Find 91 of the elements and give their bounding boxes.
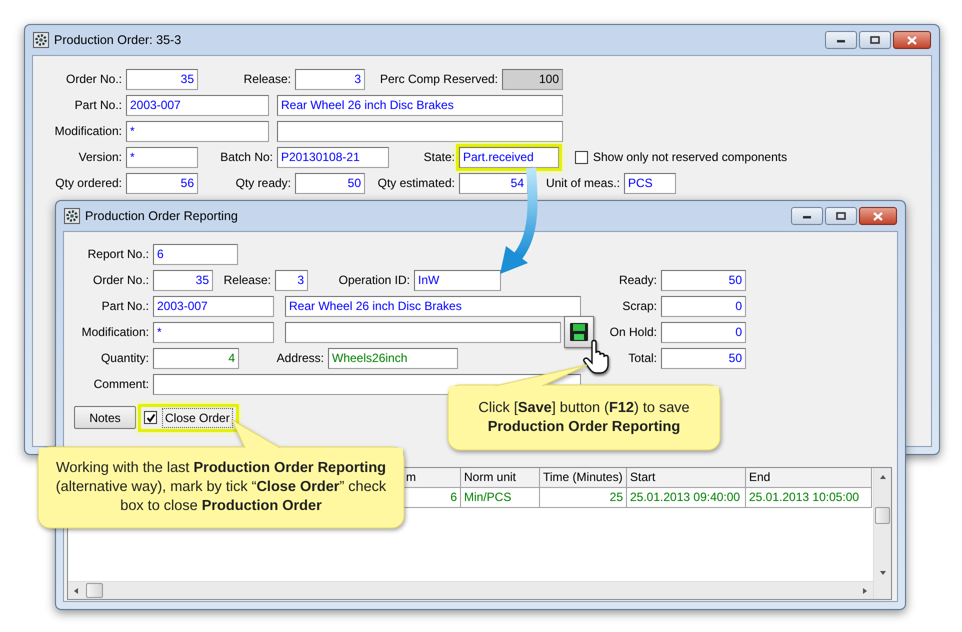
field-label: Ready: [618, 272, 658, 289]
text-field[interactable]: PCS [624, 172, 676, 194]
column-header[interactable]: Norm unit [461, 468, 540, 488]
column-header[interactable]: End [746, 468, 872, 488]
text-field[interactable]: 50 [661, 348, 746, 368]
window-title: Production Order Reporting [85, 208, 238, 225]
maximize-icon [836, 212, 846, 220]
field-label: Part No.: [74, 97, 123, 114]
maximize-button[interactable] [859, 31, 891, 49]
text-field[interactable]: Rear Wheel 26 inch Disc Brakes [277, 94, 563, 116]
scroll-thumb[interactable] [875, 507, 890, 524]
field-label: Modification: [54, 123, 123, 140]
close-button[interactable] [893, 31, 931, 49]
column-header[interactable]: Time (Minutes) [540, 468, 627, 488]
table-cell: 25.01.2013 10:05:00 [746, 488, 872, 508]
text-field[interactable] [285, 322, 561, 342]
text-field[interactable]: * [126, 120, 269, 142]
text-field[interactable]: Wheels26inch [328, 348, 458, 368]
minimize-icon [802, 213, 812, 219]
maximize-icon [870, 36, 880, 44]
text-field[interactable]: 0 [661, 322, 746, 342]
up-arrow-icon [878, 473, 886, 481]
text-field[interactable]: 56 [126, 172, 198, 194]
close-button[interactable] [859, 207, 897, 225]
checkmark-icon [146, 412, 156, 422]
text-field[interactable]: 2003-007 [126, 94, 269, 116]
callout-text: Working with the last Production Order Reporting (alternative way), mark by tick “Close Order” check box to close Production Order [54, 459, 388, 516]
callout-text: Click [Save] button (F12) to save Production Order Reporting [477, 398, 691, 436]
text-field[interactable]: 35 [126, 68, 198, 90]
left-arrow-icon [72, 586, 80, 594]
text-field[interactable]: Rear Wheel 26 inch Disc Brakes [285, 296, 581, 316]
field-label: Part No.: [100, 298, 150, 315]
checkbox[interactable]: Show only not reserved components [575, 148, 788, 166]
close-icon [873, 212, 883, 220]
scroll-thumb[interactable] [86, 583, 103, 598]
field-label: Report No.: [86, 246, 150, 263]
right-arrow-icon [861, 586, 869, 594]
field-label: Operation ID: [338, 272, 411, 289]
window-title: Production Order: 35-3 [54, 32, 182, 49]
field-label: On Hold: [608, 324, 658, 341]
text-field[interactable]: 0 [661, 296, 746, 316]
text-field[interactable] [277, 120, 563, 142]
table-cell: 25 [540, 488, 627, 508]
text-field[interactable]: 6 [153, 244, 238, 264]
horizontal-scrollbar[interactable] [68, 581, 873, 599]
maximize-button[interactable] [825, 207, 857, 225]
save-button[interactable] [564, 316, 594, 348]
field-label: Modification: [80, 324, 150, 341]
text-field[interactable]: 35 [153, 270, 213, 290]
field-label: Perc Comp Reserved: [378, 71, 499, 88]
field-label: Qty estimated: [376, 175, 456, 192]
notes-button[interactable]: Notes [74, 406, 136, 429]
text-field[interactable]: P20130108-21 [277, 146, 389, 168]
field-label: Address: [276, 350, 325, 367]
text-field[interactable]: 2003-007 [153, 296, 274, 316]
field-label: Unit of meas.: [544, 175, 621, 192]
field-label: Order No.: [92, 272, 150, 289]
down-arrow-icon [878, 569, 886, 577]
field-label: Version: [78, 149, 123, 166]
minimize-button[interactable] [791, 207, 823, 225]
field-label: Qty ordered: [54, 175, 123, 192]
minimize-icon [836, 37, 846, 43]
field-label: Release: [222, 272, 272, 289]
column-header[interactable]: m [403, 468, 461, 488]
text-field[interactable]: 3 [295, 68, 365, 90]
field-label: Order No.: [64, 71, 123, 88]
field-label: Qty ready: [234, 175, 292, 192]
field-label: Batch No: [219, 149, 274, 166]
field-label: Total: [627, 350, 658, 367]
text-field[interactable]: 50 [295, 172, 365, 194]
close-icon [907, 36, 917, 44]
minimize-button[interactable] [825, 31, 857, 49]
text-field[interactable]: * [126, 146, 198, 168]
vertical-scrollbar[interactable] [873, 468, 891, 599]
text-field[interactable]: 50 [661, 270, 746, 290]
field-label: Release: [242, 71, 292, 88]
text-field[interactable]: 100 [502, 68, 563, 90]
field-label: Scrap: [621, 298, 658, 315]
field-label: Comment: [92, 376, 150, 393]
field-label: State: [422, 149, 456, 166]
text-field[interactable]: InW [414, 270, 501, 290]
text-field[interactable]: 4 [153, 348, 239, 368]
table-cell: Min/PCS [461, 488, 540, 508]
table-cell: 25.01.2013 09:40:00 [627, 488, 746, 508]
column-header[interactable]: Start [627, 468, 746, 488]
text-field[interactable]: * [153, 322, 274, 342]
gear-icon [33, 32, 49, 48]
gear-icon [64, 208, 80, 224]
field-label: Quantity: [100, 350, 150, 367]
text-field[interactable]: 54 [459, 172, 528, 194]
text-field[interactable]: 3 [275, 270, 308, 290]
